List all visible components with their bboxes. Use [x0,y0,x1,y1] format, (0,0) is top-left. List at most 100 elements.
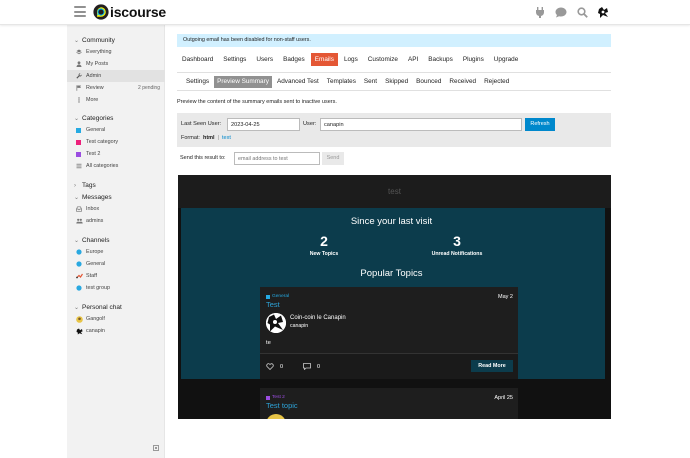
sidebar-item-chat-canapin[interactable]: canapin [67,325,165,337]
topic-category[interactable]: Test 2 [266,395,285,400]
chevron-right-icon: › [74,182,76,189]
sidebar-heading-messages[interactable]: ⌄ Messages [67,192,165,203]
sidebar-section-community: ⌄ Community Everything My Posts Admin Rev… [67,35,165,106]
sidebar-item-inbox[interactable]: Inbox [67,203,165,215]
post-author-avatar [266,414,286,419]
sidebar-item-category-test-2[interactable]: Test 2 [67,148,165,160]
email-tab-preview-summary[interactable]: Preview Summary [214,76,272,88]
send-result-label: Send this result to: [180,155,226,161]
user-avatar[interactable] [597,6,610,19]
sidebar-heading-community[interactable]: ⌄ Community [67,35,165,46]
plug-icon[interactable] [534,7,546,19]
sidebar-item-channel-general[interactable]: General [67,258,165,270]
topic-date: May 2 [498,294,513,300]
sidebar-item-label: Admin [86,73,102,79]
email-tab-templates[interactable]: Templates [324,76,359,88]
admin-nav-emails[interactable]: Emails [310,53,338,66]
category-color-swatch [76,139,81,145]
chevron-down-icon: ⌄ [74,195,80,201]
sidebar-heading-label: Messages [82,194,112,201]
sidebar-item-channel-europe[interactable]: Europe [67,246,165,258]
chat-icon[interactable] [555,7,567,19]
topic-title-link[interactable]: Test [266,300,280,309]
read-more-button[interactable]: Read More [471,360,513,372]
shield-icon [76,273,86,279]
sidebar-heading-channels[interactable]: ⌄ Channels [67,235,165,246]
format-label: Format: [181,135,200,141]
admin-nav-logs[interactable]: Logs [340,53,362,66]
user-input[interactable] [320,118,522,131]
email-tab-bounced[interactable]: Bounced [413,76,444,88]
post-title: Coin-coin le Canapin [290,315,346,321]
email-tab-advanced-test[interactable]: Advanced Test [274,76,322,88]
site-logo[interactable]: iscourse [93,4,166,20]
admin-nav-upgrade[interactable]: Upgrade [490,53,523,66]
keyboard-shortcuts-icon[interactable] [153,445,159,451]
sidebar-section-messages: ⌄ Messages Inbox admins [67,192,165,227]
sidebar-item-label: Europe [86,249,104,255]
email-disabled-notice: Outgoing email has been disabled for non… [177,34,611,47]
avatar-icon [76,328,86,335]
sidebar-item-admin[interactable]: Admin [67,70,165,82]
format-text-link[interactable]: text [222,135,231,141]
sidebar-item-label: test group [86,285,110,291]
stat-label: Unread Notifications [431,251,483,257]
sidebar-item-category-test-category[interactable]: Test category [67,136,165,148]
email-tab-skipped[interactable]: Skipped [382,76,411,88]
sidebar-heading-categories[interactable]: ⌄ Categories [67,113,165,124]
admin-nav-customize[interactable]: Customize [364,53,402,66]
topic-card: Test 2 Test topic April 25 [260,388,518,419]
avatar-icon [76,315,86,323]
email-tab-settings[interactable]: Settings [183,76,212,88]
sidebar-heading-tags[interactable]: › Tags [67,180,165,191]
topic-title-link[interactable]: Test topic [266,401,298,410]
format-separator: | [217,135,220,141]
category-color-swatch [266,395,270,400]
email-sub-nav: Settings Preview Summary Advanced Test Temp… [183,76,514,88]
admin-nav-settings[interactable]: Settings [219,53,250,66]
sidebar-item-category-general[interactable]: General [67,124,165,136]
post-excerpt: te [266,340,271,346]
sidebar-item-review[interactable]: Review 2 pending [67,82,165,94]
format-html-option[interactable]: html [203,135,215,141]
comment-icon [303,363,311,370]
admin-nav-api[interactable]: API [404,53,422,66]
sidebar-item-label: All categories [86,163,119,169]
admin-nav-badges[interactable]: Badges [279,53,309,66]
topic-date: April 25 [494,395,513,401]
test-email-input[interactable] [234,152,320,165]
review-pending-badge: 2 pending [138,85,160,91]
email-tab-sent[interactable]: Sent [361,76,380,88]
search-icon[interactable] [576,7,588,19]
sidebar-item-label: Gangolf [86,316,105,322]
replies-value: 0 [317,363,321,370]
refresh-button[interactable]: Refresh [525,118,555,131]
sidebar-item-my-posts[interactable]: My Posts [67,58,165,70]
email-tab-rejected[interactable]: Rejected [481,76,512,88]
admin-nav-users[interactable]: Users [252,53,277,66]
sidebar-item-admins[interactable]: admins [67,215,165,227]
sidebar-item-label: Everything [86,49,112,55]
email-tab-received[interactable]: Received [446,76,479,88]
topic-category-label: Test 2 [272,395,285,400]
topic-category[interactable]: General [266,294,289,299]
list-icon [76,163,86,169]
sidebar-item-all-categories[interactable]: All categories [67,160,165,172]
category-color-swatch [76,151,81,157]
sidebar-item-channel-staff[interactable]: Staff [67,270,165,282]
discourse-logo-icon [93,4,109,20]
admin-nav-plugins[interactable]: Plugins [459,53,488,66]
preview-filter-box: Last Seen User: User: Refresh Format: ht… [177,113,611,147]
admin-nav-dashboard[interactable]: Dashboard [178,53,217,66]
sidebar-item-label: Staff [86,273,97,279]
last-seen-date-input[interactable] [227,118,300,131]
admin-nav-backups[interactable]: Backups [424,53,457,66]
sidebar-item-chat-gangolf[interactable]: Gangolf [67,313,165,325]
sidebar-heading-personal-chat[interactable]: ⌄ Personal chat [67,302,165,313]
send-button[interactable]: Send [322,152,344,165]
sidebar-item-everything[interactable]: Everything [67,46,165,58]
sidebar-item-channel-test-group[interactable]: test group [67,282,165,294]
sidebar-item-more[interactable]: More [67,94,165,106]
sidebar-item-label: canapin [86,328,105,334]
hamburger-menu-icon[interactable] [74,6,86,17]
